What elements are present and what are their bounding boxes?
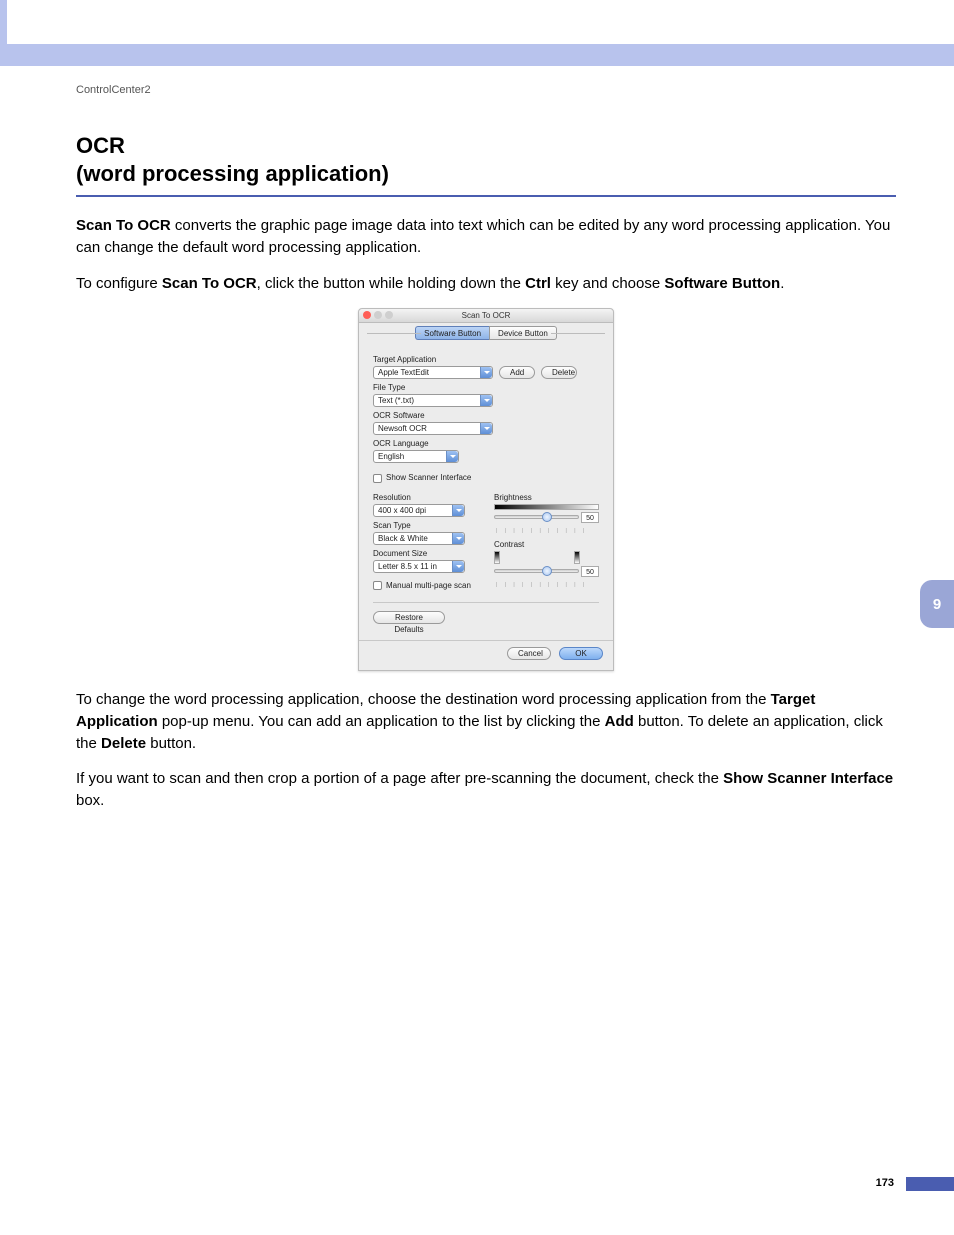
contrast-low-icon	[494, 551, 500, 564]
chevron-down-icon	[452, 561, 464, 572]
label-file-type: File Type	[373, 383, 599, 392]
label-scan-type: Scan Type	[373, 521, 478, 530]
add-button[interactable]: Add	[499, 366, 535, 379]
label-manual-multipage: Manual multi-page scan	[386, 581, 471, 590]
ok-button[interactable]: OK	[559, 647, 603, 660]
running-header: ControlCenter2	[76, 84, 896, 96]
dialog-panel: Target Application Apple TextEdit Add De…	[359, 343, 613, 634]
label-ocr-software: OCR Software	[373, 411, 599, 420]
restore-defaults-button[interactable]: Restore Defaults	[373, 611, 445, 624]
title-line-1: OCR	[76, 133, 125, 158]
right-column: Brightness 50 | | | | | | | | | | | Cont…	[494, 489, 599, 590]
contrast-ticks: | | | | | | | | | | |	[496, 582, 599, 588]
dialog-title: Scan To OCR	[462, 311, 511, 320]
contrast-slider[interactable]: 50	[494, 566, 599, 582]
label-document-size: Document Size	[373, 549, 478, 558]
title-line-2: (word processing application)	[76, 161, 389, 186]
chevron-down-icon	[480, 367, 492, 378]
paragraph-4: If you want to scan and then crop a port…	[76, 768, 896, 812]
top-border-bar	[0, 44, 954, 66]
label-ocr-language: OCR Language	[373, 439, 599, 448]
chevron-down-icon	[480, 423, 492, 434]
brightness-gradient-icon	[494, 504, 599, 510]
delete-button[interactable]: Delete	[541, 366, 577, 379]
document-size-select[interactable]: Letter 8.5 x 11 in	[373, 560, 465, 573]
tab-software-button[interactable]: Software Button	[415, 326, 489, 340]
left-column: Resolution 400 x 400 dpi Scan Type Black…	[373, 489, 478, 590]
paragraph-1: Scan To OCR converts the graphic page im…	[76, 215, 896, 259]
brightness-value: 50	[581, 512, 599, 523]
ocr-software-select[interactable]: Newsoft OCR	[373, 422, 493, 435]
footer-divider	[359, 640, 613, 641]
page-content: ControlCenter2 OCR (word processing appl…	[76, 84, 896, 826]
section-title: OCR (word processing application)	[76, 132, 896, 187]
manual-multipage-checkbox[interactable]	[373, 581, 382, 590]
p1-rest: converts the graphic page image data int…	[76, 217, 890, 256]
label-brightness: Brightness	[494, 493, 599, 502]
ocr-language-select[interactable]: English	[373, 450, 459, 463]
panel-divider	[373, 602, 599, 603]
dialog-titlebar: Scan To OCR	[359, 309, 613, 323]
minimize-icon[interactable]	[374, 311, 382, 319]
chapter-tab: 9	[920, 580, 954, 628]
window-controls	[363, 311, 393, 319]
brightness-ticks: | | | | | | | | | | |	[496, 528, 599, 534]
zoom-icon[interactable]	[385, 311, 393, 319]
scan-type-select[interactable]: Black & White	[373, 532, 465, 545]
contrast-icons	[494, 551, 599, 564]
page-number-bar	[906, 1177, 954, 1191]
chevron-down-icon	[480, 395, 492, 406]
chevron-down-icon	[452, 505, 464, 516]
target-application-select[interactable]: Apple TextEdit	[373, 366, 493, 379]
title-underline	[76, 195, 896, 197]
close-icon[interactable]	[363, 311, 371, 319]
label-show-scanner: Show Scanner Interface	[386, 473, 471, 482]
label-contrast: Contrast	[494, 540, 599, 549]
tab-row: Software Button Device Button	[359, 323, 613, 343]
label-target-application: Target Application	[373, 355, 599, 364]
tab-device-button[interactable]: Device Button	[489, 326, 557, 340]
brightness-slider[interactable]: 50	[494, 512, 599, 528]
page-number: 173	[876, 1177, 894, 1189]
chevron-down-icon	[452, 533, 464, 544]
label-resolution: Resolution	[373, 493, 478, 502]
paragraph-3: To change the word processing applicatio…	[76, 689, 896, 754]
file-type-select[interactable]: Text (*.txt)	[373, 394, 493, 407]
p1-bold: Scan To OCR	[76, 217, 171, 234]
contrast-high-icon	[574, 551, 580, 564]
show-scanner-interface-checkbox[interactable]	[373, 474, 382, 483]
scan-to-ocr-dialog: Scan To OCR Software Button Device Butto…	[358, 308, 614, 671]
resolution-select[interactable]: 400 x 400 dpi	[373, 504, 465, 517]
dialog-footer: Cancel OK	[359, 647, 613, 670]
paragraph-2: To configure Scan To OCR, click the butt…	[76, 273, 896, 295]
dialog-screenshot: Scan To OCR Software Button Device Butto…	[358, 308, 614, 671]
cancel-button[interactable]: Cancel	[507, 647, 551, 660]
chevron-down-icon	[446, 451, 458, 462]
contrast-value: 50	[581, 566, 599, 577]
